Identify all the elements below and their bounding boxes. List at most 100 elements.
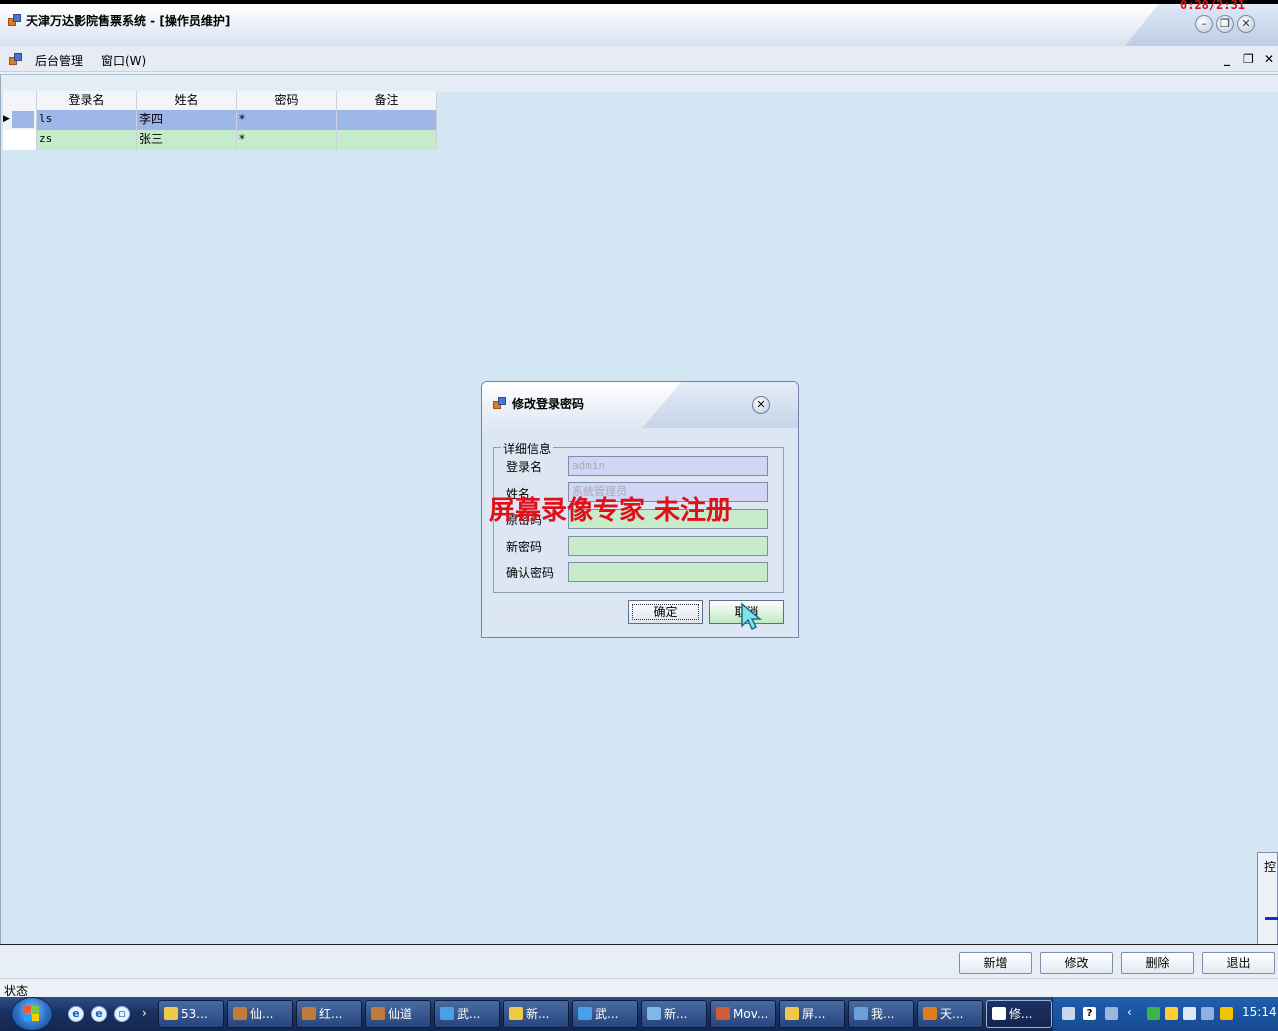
- exit-button[interactable]: 退出: [1202, 952, 1275, 974]
- recorder-watermark: 屏幕录像专家 未注册: [489, 496, 733, 526]
- taskbar-button[interactable]: 53...: [158, 1000, 224, 1028]
- taskbar-app-icon: [647, 1007, 661, 1020]
- cell-name[interactable]: 张三: [137, 130, 237, 150]
- toolbar-strip: [1, 75, 1278, 92]
- taskbar-app-icon: [302, 1007, 316, 1020]
- network-icon[interactable]: [1105, 1007, 1118, 1020]
- new-password-label: 新密码: [506, 540, 543, 554]
- taskbar-button-label: 武...: [457, 1007, 481, 1021]
- antivirus-icon[interactable]: [1147, 1007, 1160, 1020]
- mdi-restore-button[interactable]: ❐: [1243, 52, 1254, 66]
- taskbar-button[interactable]: 仙...: [227, 1000, 293, 1028]
- taskbar-clock: 15:14: [1242, 1005, 1277, 1019]
- status-bar: 状态: [0, 978, 1278, 999]
- tray-expand-icon[interactable]: ‹: [1127, 1005, 1132, 1019]
- app-icon: [8, 14, 22, 26]
- mdi-close-button[interactable]: ✕: [1264, 52, 1274, 66]
- keyboard-icon[interactable]: [1062, 1007, 1075, 1020]
- close-button[interactable]: ✕: [1237, 15, 1255, 33]
- cell-login[interactable]: ls: [37, 110, 137, 130]
- column-header-password[interactable]: 密码: [237, 91, 337, 111]
- column-header-name[interactable]: 姓名: [137, 91, 237, 111]
- cell-name[interactable]: 李四: [137, 110, 237, 130]
- login-field[interactable]: admin: [568, 456, 768, 476]
- mouse-cursor-icon: [741, 602, 762, 631]
- ie-alt-icon[interactable]: e: [91, 1006, 107, 1022]
- taskbar-button-label: Mov...: [733, 1007, 769, 1021]
- taskbar-button-label: 天...: [940, 1007, 964, 1021]
- menu-backend-management[interactable]: 后台管理: [35, 52, 83, 69]
- qq-icon[interactable]: [1165, 1007, 1178, 1020]
- new-password-field[interactable]: [568, 536, 768, 556]
- dialog-app-icon: [493, 397, 507, 409]
- add-button[interactable]: 新增: [959, 952, 1032, 974]
- taskbar-button[interactable]: 武...: [572, 1000, 638, 1028]
- warning-icon[interactable]: [1220, 1007, 1233, 1020]
- mdi-minimize-button[interactable]: _: [1224, 52, 1230, 66]
- dialog-close-button[interactable]: ✕: [752, 396, 770, 414]
- taskbar-button-label: 修...: [1009, 1007, 1033, 1021]
- confirm-password-field[interactable]: [568, 562, 768, 582]
- taskbar-app-icon: [854, 1007, 868, 1020]
- taskbar-button-label: 新...: [526, 1007, 550, 1021]
- cell-password[interactable]: *: [237, 110, 337, 130]
- taskbar-app-icon: [440, 1007, 454, 1020]
- taskbar-app-icon: [233, 1007, 247, 1020]
- dialog-title-bar[interactable]: 修改登录密码 ✕: [482, 382, 798, 428]
- ok-button[interactable]: 确定: [628, 600, 703, 624]
- quicklaunch-expand-icon[interactable]: ›: [142, 1006, 147, 1020]
- taskbar-button[interactable]: 新...: [503, 1000, 569, 1028]
- taskbar-button[interactable]: 屏...: [779, 1000, 845, 1028]
- mdi-child-icon[interactable]: [9, 53, 23, 65]
- taskbar-button[interactable]: 新...: [641, 1000, 707, 1028]
- media-icon[interactable]: ▫: [114, 1006, 130, 1022]
- taskbar-app-icon: [923, 1007, 937, 1020]
- taskbar-button-label: 仙...: [250, 1007, 274, 1021]
- cell-note[interactable]: [337, 110, 437, 130]
- edit-button[interactable]: 修改: [1040, 952, 1113, 974]
- grid-corner: [3, 91, 37, 111]
- taskbar-button[interactable]: 修...: [986, 1000, 1052, 1028]
- taskbar-app-icon: [164, 1007, 178, 1020]
- taskbar-button[interactable]: 红...: [296, 1000, 362, 1028]
- column-header-login[interactable]: 登录名: [37, 91, 137, 111]
- login-label: 登录名: [506, 460, 543, 474]
- taskbar-button-label: 红...: [319, 1007, 343, 1021]
- row-selector[interactable]: [3, 130, 37, 150]
- restore-button[interactable]: ❐: [1216, 15, 1234, 33]
- start-button[interactable]: [11, 997, 53, 1031]
- taskbar-button-label: 新...: [664, 1007, 688, 1021]
- row-selector[interactable]: ▶: [3, 110, 37, 130]
- window-title: 天津万达影院售票系统 - [操作员维护]: [26, 14, 231, 28]
- ok-button-label: 确定: [632, 604, 699, 620]
- groupbox-label: 详细信息: [501, 440, 554, 457]
- table-row[interactable]: ▶ ls 李四 *: [3, 110, 437, 130]
- taskbar-button[interactable]: 仙道: [365, 1000, 431, 1028]
- grid-header: 登录名 姓名 密码 备注: [3, 91, 437, 111]
- taskbar-button[interactable]: Mov...: [710, 1000, 776, 1028]
- help-icon[interactable]: ?: [1083, 1007, 1096, 1020]
- volume-icon[interactable]: [1183, 1007, 1196, 1020]
- cell-login[interactable]: zs: [37, 130, 137, 150]
- taskbar-button-label: 仙道: [388, 1007, 413, 1021]
- minimize-button[interactable]: –: [1195, 15, 1213, 33]
- taskbar: e e ▫ › 53... 仙... 红... 仙道 武... 新... 武... 新... M…: [0, 997, 1278, 1031]
- table-row[interactable]: zs 张三 *: [3, 130, 437, 150]
- title-bar[interactable]: 天津万达影院售票系统 - [操作员维护] – ❐ ✕: [0, 4, 1278, 46]
- delete-button[interactable]: 删除: [1121, 952, 1194, 974]
- confirm-password-label: 确认密码: [506, 566, 555, 580]
- monitor-icon[interactable]: [1201, 1007, 1214, 1020]
- cell-password[interactable]: *: [237, 130, 337, 150]
- ie-icon[interactable]: e: [68, 1006, 84, 1022]
- cell-note[interactable]: [337, 130, 437, 150]
- column-header-note[interactable]: 备注: [337, 91, 437, 111]
- dialog-title: 修改登录密码: [512, 397, 585, 411]
- taskbar-button-label: 屏...: [802, 1007, 826, 1021]
- taskbar-app-icon: [785, 1007, 799, 1020]
- menu-window[interactable]: 窗口(W): [101, 52, 146, 69]
- side-panel-label: 控: [1264, 860, 1277, 874]
- taskbar-button[interactable]: 武...: [434, 1000, 500, 1028]
- taskbar-button[interactable]: 天...: [917, 1000, 983, 1028]
- taskbar-button-label: 53...: [181, 1007, 208, 1021]
- taskbar-button[interactable]: 我...: [848, 1000, 914, 1028]
